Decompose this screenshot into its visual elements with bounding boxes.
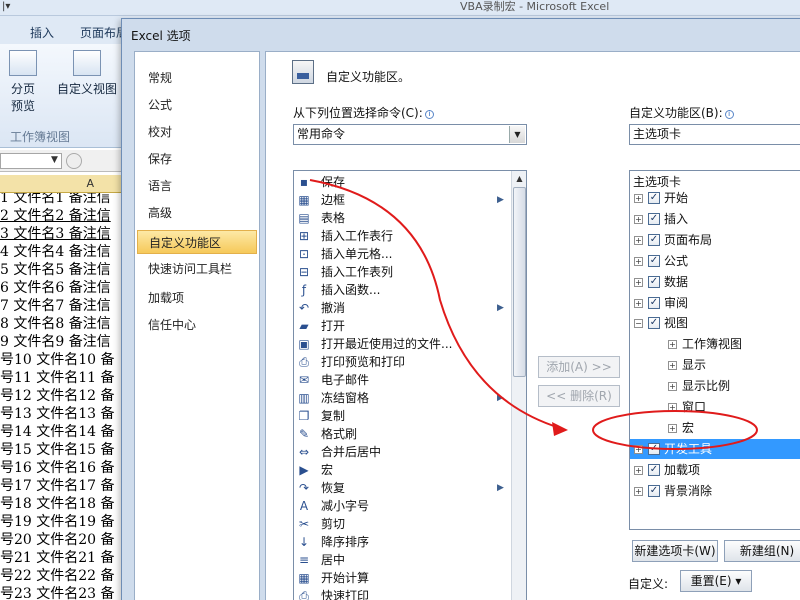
annotation-overlay: [309, 179, 758, 450]
annotation-arrow: [309, 179, 561, 429]
annotation-circle: [592, 410, 758, 450]
annotation-arrowhead: [552, 422, 568, 436]
